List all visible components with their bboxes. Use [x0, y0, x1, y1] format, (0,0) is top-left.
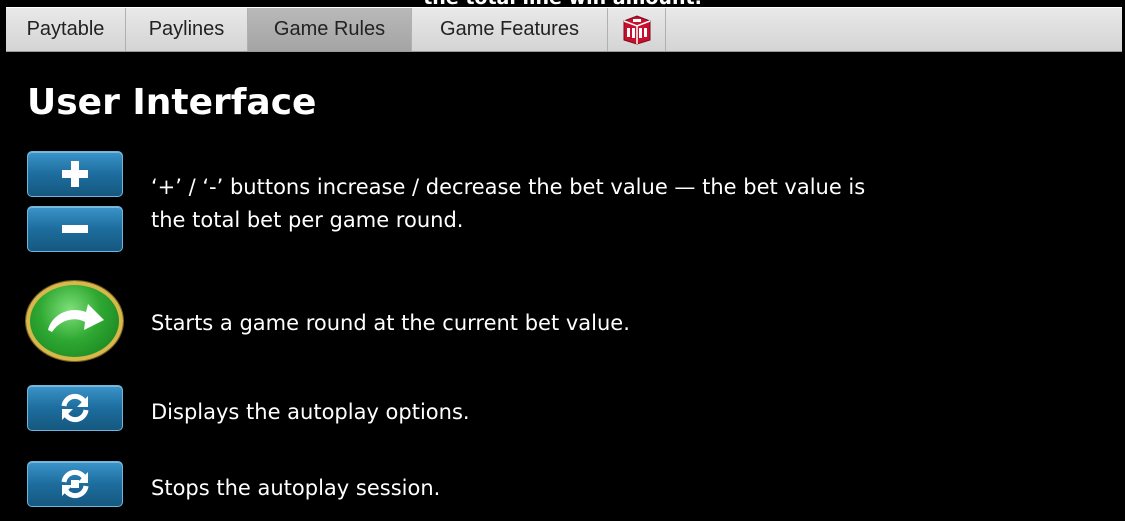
minus-icon	[62, 225, 88, 233]
spin-description: Starts a game round at the current bet v…	[151, 311, 630, 335]
tab-paytable[interactable]: Paytable	[6, 8, 126, 51]
plus-button-sample	[27, 151, 123, 197]
bet-buttons-description: ‘+’ / ‘-’ buttons increase / decrease th…	[151, 171, 865, 237]
autoplay-button-sample	[27, 385, 123, 431]
plus-icon	[62, 161, 88, 187]
dice-logo-icon	[623, 14, 650, 45]
stop-autoplay-description: Stops the autoplay session.	[151, 476, 441, 500]
tab-paylines[interactable]: Paylines	[126, 8, 248, 51]
stop-autoplay-button-sample	[27, 461, 123, 507]
tab-logo[interactable]	[608, 8, 666, 51]
page-title: User Interface	[27, 82, 317, 123]
bet-description-line2: the total bet per game round.	[151, 208, 464, 232]
stop-autoplay-icon	[61, 469, 89, 499]
tab-bar-filler	[666, 8, 1122, 51]
minus-button-sample	[27, 206, 123, 252]
tab-game-rules[interactable]: Game Rules	[248, 8, 412, 51]
bet-description-line1: ‘+’ / ‘-’ buttons increase / decrease th…	[151, 175, 866, 199]
autoplay-icon	[61, 393, 89, 423]
spin-arrow-icon	[47, 304, 104, 332]
help-screen: the total line win amount. Paytable Payl…	[0, 0, 1125, 521]
tab-game-features[interactable]: Game Features	[412, 8, 608, 51]
autoplay-description: Displays the autoplay options.	[151, 400, 470, 424]
help-tab-bar: Paytable Paylines Game Rules Game Featur…	[6, 7, 1122, 52]
spin-button-sample	[26, 281, 123, 361]
